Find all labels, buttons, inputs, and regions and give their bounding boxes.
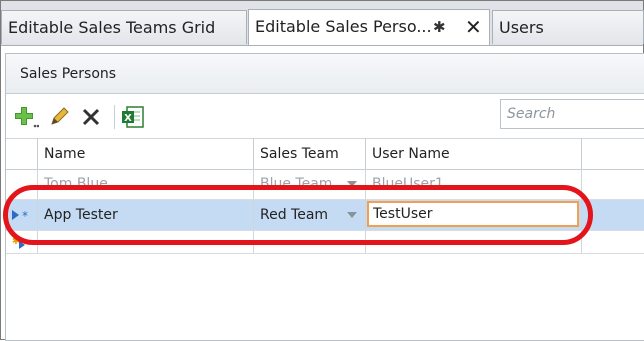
delete-icon: [82, 108, 100, 126]
app-window: Editable Sales Teams Grid Editable Sales…: [0, 0, 644, 341]
edit-button[interactable]: [46, 105, 72, 129]
tab-users[interactable]: Users: [492, 10, 644, 44]
cell-name[interactable]: App Tester: [38, 200, 254, 230]
row-indicator: *: [6, 200, 38, 230]
cell-sales-team[interactable]: Blue Team: [254, 169, 366, 199]
chevron-down-icon[interactable]: [347, 181, 357, 187]
svg-text:X: X: [124, 113, 132, 124]
export-excel-button[interactable]: X: [120, 105, 146, 129]
table-row[interactable]: Tom Blue Blue Team BlueUser1: [6, 169, 644, 200]
cell-user-name[interactable]: BlueUser1: [366, 169, 582, 199]
new-row[interactable]: ✱: [6, 231, 644, 254]
add-button[interactable]: [14, 105, 40, 129]
table-row-selected[interactable]: * App Tester Red Team: [6, 200, 644, 231]
tab-label: Users: [499, 18, 544, 37]
search-input[interactable]: [500, 99, 644, 129]
column-header-sales-team[interactable]: Sales Team: [254, 139, 366, 169]
grid-header-row: Name Sales Team User Name: [6, 138, 644, 170]
modified-indicator-icon: ✱: [433, 18, 446, 36]
add-icon: [15, 107, 39, 128]
new-row-icon: ✱: [12, 236, 25, 249]
cell-name[interactable]: [38, 231, 254, 253]
tab-editable-sales-persons[interactable]: Editable Sales Perso... ✱ ✕: [248, 9, 490, 45]
edit-row-indicator-icon: *: [12, 209, 28, 223]
cell-user-name[interactable]: [366, 231, 582, 253]
excel-export-icon: X: [122, 106, 144, 128]
svg-text:*: *: [22, 209, 28, 222]
tab-strip: Editable Sales Teams Grid Editable Sales…: [1, 1, 644, 46]
row-indicator: ✱: [6, 231, 38, 253]
user-name-edit-input[interactable]: [367, 201, 579, 227]
row-indicator-header: [6, 139, 38, 169]
sales-persons-grid: Name Sales Team User Name Tom Blue Blue …: [6, 138, 644, 340]
chevron-down-icon[interactable]: [347, 212, 357, 218]
sales-persons-panel: Sales Persons X Search Name Sales Team U…: [5, 53, 644, 341]
column-header-name[interactable]: Name: [38, 139, 254, 169]
close-icon[interactable]: ✕: [465, 10, 482, 44]
cell-sales-team[interactable]: Red Team: [254, 200, 366, 230]
tab-label: Editable Sales Perso...: [255, 17, 432, 36]
tab-editable-sales-teams-grid[interactable]: Editable Sales Teams Grid: [1, 10, 247, 44]
toolbar-separator: [114, 105, 115, 129]
cell-name[interactable]: Tom Blue: [38, 169, 254, 199]
column-header-user-name[interactable]: User Name: [366, 139, 582, 169]
tab-label: Editable Sales Teams Grid: [8, 18, 216, 37]
cell-sales-team-value: Red Team: [260, 207, 329, 223]
grid-toolbar: X: [6, 95, 644, 137]
panel-title: Sales Persons: [6, 54, 644, 94]
cell-sales-team[interactable]: [254, 231, 366, 253]
delete-button[interactable]: [78, 105, 104, 129]
svg-text:✱: ✱: [12, 236, 20, 247]
cell-sales-team-value: Blue Team: [260, 176, 333, 192]
cell-user-name[interactable]: [366, 200, 582, 230]
row-indicator: [6, 169, 38, 199]
pencil-icon: [51, 107, 69, 125]
